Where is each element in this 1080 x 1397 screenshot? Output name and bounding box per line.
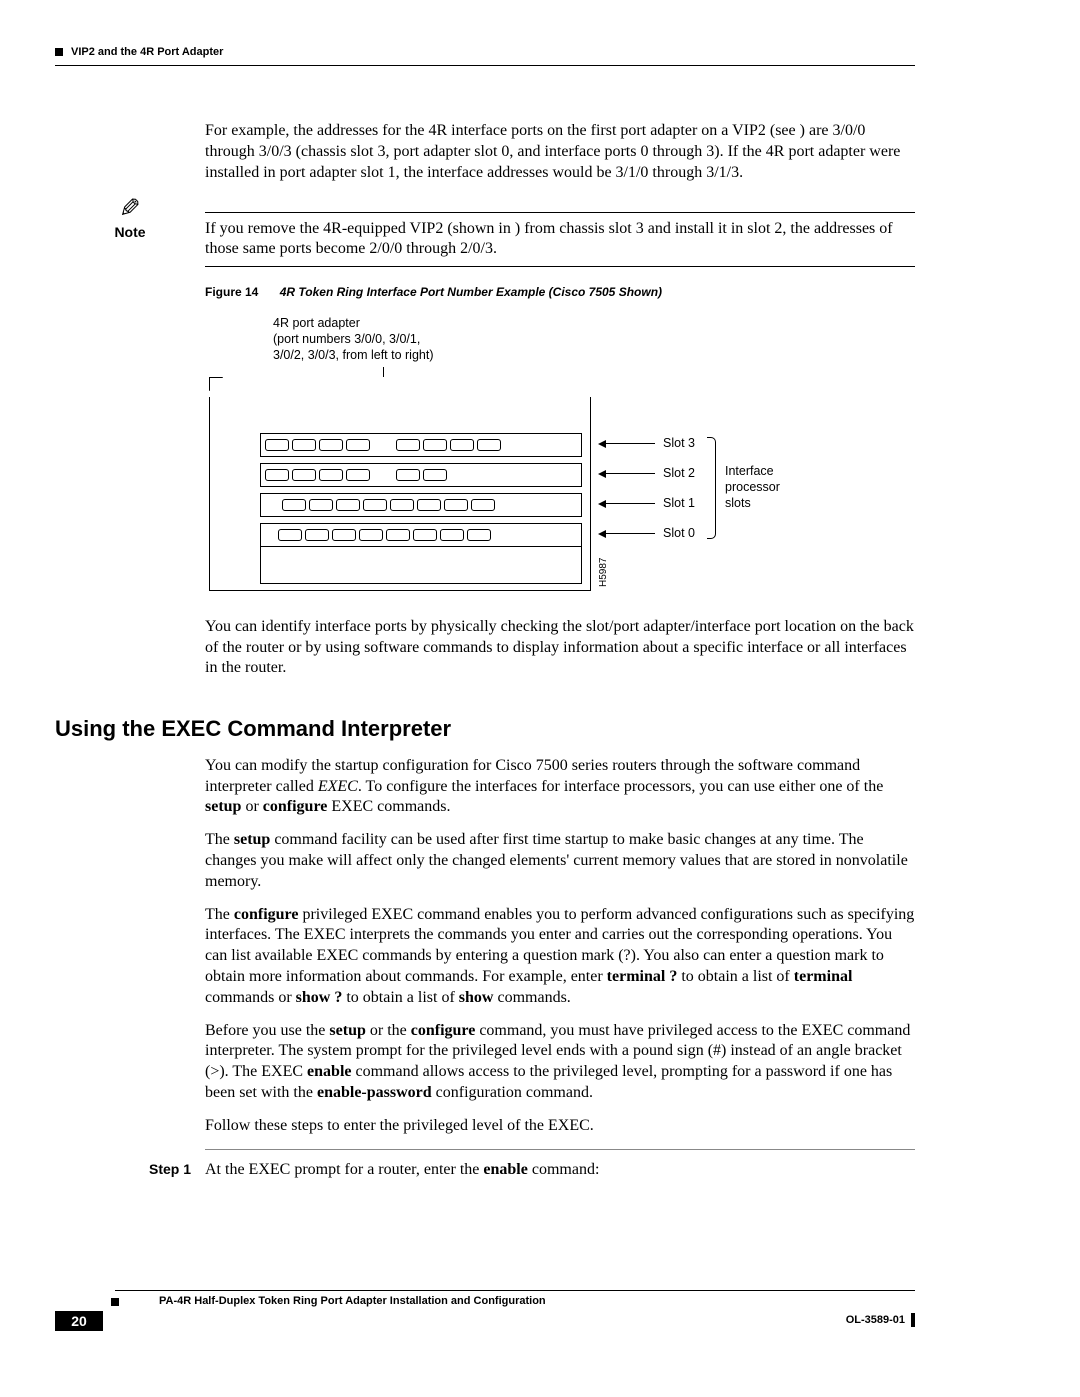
- header-rule: [55, 65, 915, 66]
- footer-bar-icon: [911, 1313, 915, 1327]
- slot-label: Slot 0: [663, 525, 695, 541]
- paragraph-1: For example, the addresses for the 4R in…: [205, 121, 915, 183]
- doc-id: OL-3589-01: [846, 1313, 905, 1327]
- page-number: 20: [55, 1311, 103, 1331]
- section-title: VIP2 and the 4R Port Adapter: [71, 45, 223, 59]
- figure-side-label: Interface processor slots: [725, 463, 780, 512]
- arrow-left-icon: [600, 533, 655, 534]
- slot-label: Slot 3: [663, 435, 695, 451]
- figure-code: H5987: [597, 557, 610, 586]
- figure-illustration: 4R port adapter (port numbers 3/0/0, 3/0…: [205, 315, 915, 595]
- slot-row: [260, 433, 582, 457]
- footer-marker-icon: [111, 1298, 119, 1306]
- note-label: Note: [55, 223, 205, 241]
- exec-p5: Follow these steps to enter the privileg…: [205, 1116, 915, 1137]
- footer-title: PA-4R Half-Duplex Token Ring Port Adapte…: [159, 1294, 546, 1308]
- bottom-panel: [260, 546, 582, 584]
- header-marker-icon: [55, 48, 63, 56]
- arrow-left-icon: [600, 443, 655, 444]
- note-text: If you remove the 4R-equipped VIP2 (show…: [205, 220, 893, 258]
- pencil-icon: ✎: [119, 196, 141, 222]
- slot-label: Slot 1: [663, 495, 695, 511]
- slot-row: [260, 463, 582, 487]
- exec-p3: The configure privileged EXEC command en…: [205, 905, 915, 1009]
- page-header: VIP2 and the 4R Port Adapter: [55, 45, 915, 59]
- page-footer: PA-4R Half-Duplex Token Ring Port Adapte…: [55, 1290, 915, 1330]
- arrow-left-icon: [600, 503, 655, 504]
- step-rule-top: [205, 1149, 915, 1150]
- paragraph-2: You can identify interface ports by phys…: [205, 617, 915, 679]
- arrow-left-icon: [600, 473, 655, 474]
- slot-label: Slot 2: [663, 465, 695, 481]
- bracket-icon: [707, 437, 716, 539]
- note-block: ✎ Note If you remove the 4R-equipped VIP…: [55, 196, 915, 268]
- figure-label: Figure 14: [205, 285, 258, 299]
- exec-p4: Before you use the setup or the configur…: [205, 1021, 915, 1104]
- step-label: Step 1: [149, 1161, 191, 1177]
- figure-callout-top: 4R port adapter (port numbers 3/0/0, 3/0…: [273, 315, 434, 364]
- chassis-box: [209, 377, 591, 591]
- exec-p1: You can modify the startup configuration…: [205, 756, 915, 818]
- exec-p2: The setup command facility can be used a…: [205, 830, 915, 892]
- heading-exec: Using the EXEC Command Interpreter: [55, 715, 915, 744]
- step-1: Step 1 At the EXEC prompt for a router, …: [55, 1160, 915, 1181]
- slot-row: [260, 493, 582, 517]
- figure-title: 4R Token Ring Interface Port Number Exam…: [262, 285, 662, 299]
- slot-row: [260, 523, 582, 547]
- figure-caption: Figure 14 4R Token Ring Interface Port N…: [205, 285, 915, 301]
